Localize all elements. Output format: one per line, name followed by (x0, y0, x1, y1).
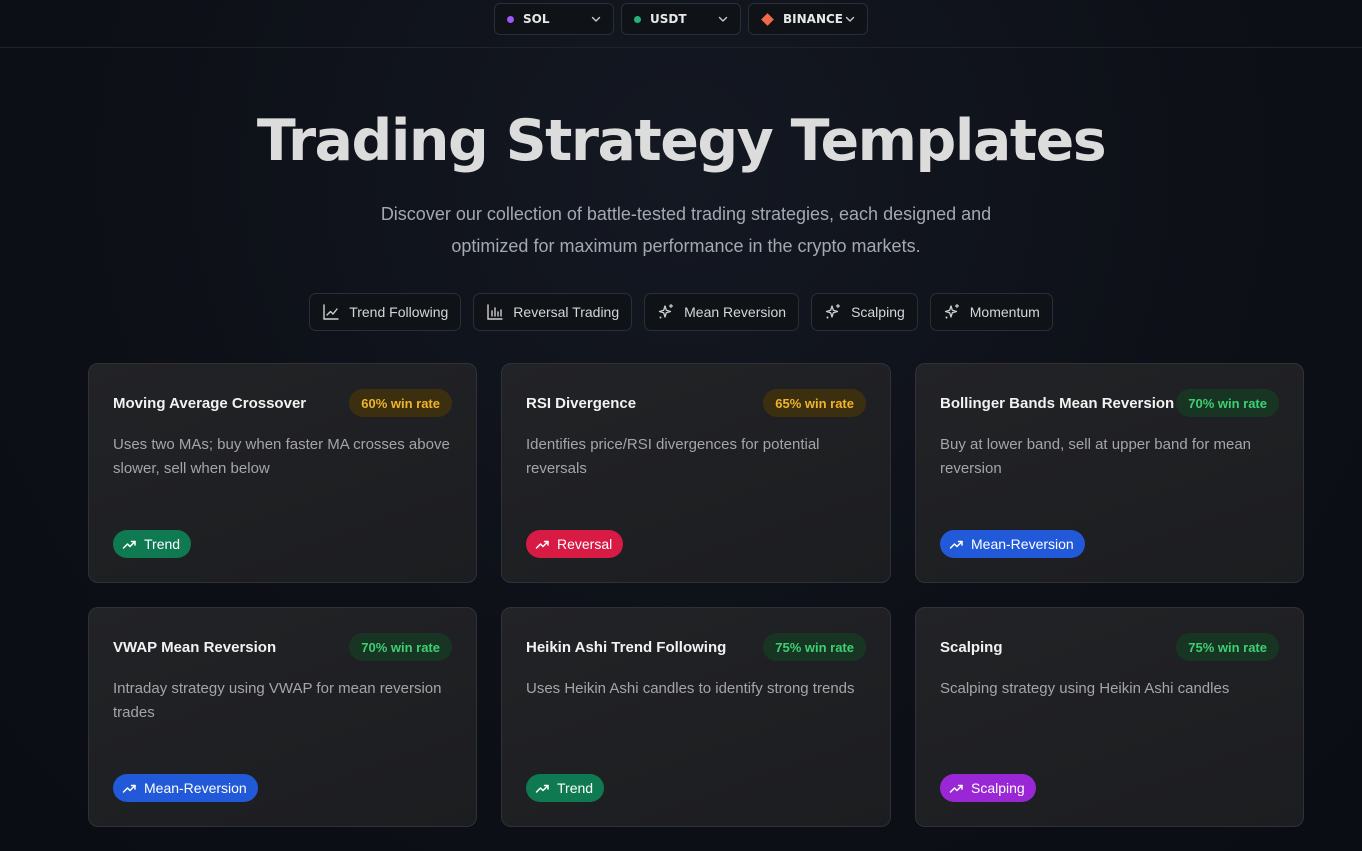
win-rate-badge: 75% win rate (763, 633, 866, 661)
exchange-diamond-icon (761, 12, 774, 26)
card-description: Uses Heikin Ashi candles to identify str… (526, 680, 855, 697)
filter-label: Scalping (851, 304, 905, 320)
card-title: Bollinger Bands Mean Reversion (940, 394, 1175, 412)
card-description: Buy at lower band, sell at upper band fo… (940, 436, 1252, 477)
win-rate-badge: 70% win rate (349, 633, 452, 661)
strategy-card[interactable]: Moving Average Crossover 60% win rate Us… (88, 363, 477, 583)
strategy-grid: Moving Average Crossover 60% win rate Us… (88, 363, 1304, 827)
card-header: RSI Divergence 65% win rate (526, 389, 866, 417)
card-title: VWAP Mean Reversion (113, 638, 277, 656)
top-bar: SOL USDT BINANCE (0, 0, 1362, 48)
line-chart-icon (323, 304, 339, 320)
strategy-card[interactable]: RSI Divergence 65% win rate Identifies p… (501, 363, 891, 583)
strategy-card[interactable]: Scalping 75% win rate Scalping strategy … (915, 607, 1304, 827)
tag-label: Mean-Reversion (971, 536, 1074, 552)
chevron-down-icon (591, 16, 601, 22)
tag-label: Trend (144, 536, 181, 552)
bar-chart-icon (487, 304, 503, 320)
chevron-down-icon (845, 16, 855, 22)
filter-momentum[interactable]: Momentum (929, 293, 1053, 331)
trending-up-icon (122, 784, 136, 793)
quote-dot-icon (634, 15, 641, 23)
filter-label: Momentum (969, 304, 1040, 320)
asset-selector-label: SOL (523, 12, 550, 26)
tag-label: Mean-Reversion (144, 780, 247, 796)
quote-selector[interactable]: USDT (621, 3, 741, 35)
tag-label: Scalping (971, 780, 1025, 796)
card-header: Moving Average Crossover 60% win rate (113, 389, 452, 417)
filter-trend-following[interactable]: Trend Following (309, 293, 462, 331)
win-rate-badge: 65% win rate (763, 389, 866, 417)
quote-selector-label: USDT (650, 12, 687, 26)
card-header: Bollinger Bands Mean Reversion 70% win r… (940, 389, 1279, 417)
filter-reversal-trading[interactable]: Reversal Trading (473, 293, 633, 331)
asset-selector[interactable]: SOL (494, 3, 614, 35)
category-filters: Trend Following Reversal Trading Mean Re… (0, 293, 1362, 331)
trending-up-icon (949, 784, 963, 793)
strategy-card[interactable]: VWAP Mean Reversion 70% win rate Intrada… (88, 607, 477, 827)
win-rate-badge: 75% win rate (1176, 633, 1279, 661)
strategy-card[interactable]: Bollinger Bands Mean Reversion 70% win r… (915, 363, 1304, 583)
asset-dot-icon (507, 15, 514, 23)
filter-label: Mean Reversion (684, 304, 787, 320)
page-title: Trading Strategy Templates (256, 108, 1107, 174)
card-header: Heikin Ashi Trend Following 75% win rate (526, 633, 866, 661)
filter-label: Trend Following (349, 304, 449, 320)
category-tag: Reversal (526, 530, 624, 558)
card-title: Scalping (940, 638, 1003, 656)
filter-mean-reversion[interactable]: Mean Reversion (644, 293, 800, 331)
sparkles-icon (658, 303, 674, 319)
trending-up-icon (535, 540, 549, 549)
strategy-card[interactable]: Heikin Ashi Trend Following 75% win rate… (501, 607, 891, 827)
win-rate-badge: 70% win rate (1176, 389, 1279, 417)
card-header: Scalping 75% win rate (940, 633, 1279, 661)
card-header: VWAP Mean Reversion 70% win rate (113, 633, 452, 661)
tag-label: Trend (557, 780, 594, 796)
exchange-selector[interactable]: BINANCE (748, 3, 868, 35)
card-description: Intraday strategy using VWAP for mean re… (113, 680, 442, 721)
sparkles-icon (944, 303, 959, 319)
category-tag: Scalping (940, 774, 1036, 802)
card-description: Scalping strategy using Heikin Ashi cand… (940, 680, 1230, 697)
page-subtitle: Discover our collection of battle-tested… (380, 204, 992, 256)
trending-up-icon (949, 540, 963, 549)
category-tag: Trend (526, 774, 605, 802)
card-description: Identifies price/RSI divergences for pot… (526, 436, 820, 477)
exchange-selector-label: BINANCE (783, 12, 843, 26)
category-tag: Trend (113, 530, 192, 558)
trending-up-icon (535, 784, 549, 793)
card-description: Uses two MAs; buy when faster MA crosses… (113, 436, 450, 477)
filter-scalping[interactable]: Scalping (811, 293, 918, 331)
tag-label: Reversal (557, 536, 613, 552)
category-tag: Mean-Reversion (113, 774, 258, 802)
card-title: Moving Average Crossover (113, 394, 307, 412)
card-title: Heikin Ashi Trend Following (526, 638, 727, 656)
sparkles-icon (825, 303, 841, 319)
trending-up-icon (122, 540, 136, 549)
filter-label: Reversal Trading (513, 304, 620, 320)
win-rate-badge: 60% win rate (349, 389, 452, 417)
chevron-down-icon (718, 16, 728, 22)
card-title: RSI Divergence (526, 394, 637, 412)
category-tag: Mean-Reversion (940, 530, 1085, 558)
